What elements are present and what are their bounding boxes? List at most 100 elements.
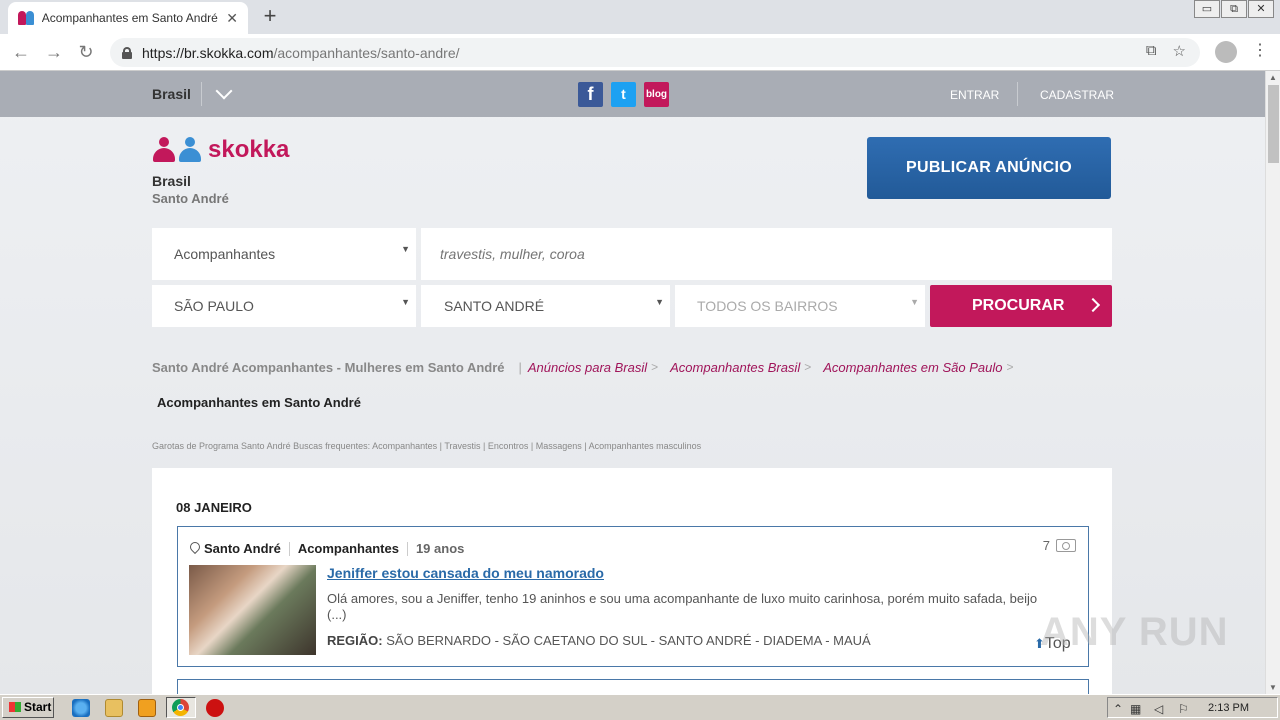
close-tab-icon[interactable]: ✕: [226, 10, 238, 27]
city-select[interactable]: SANTO ANDRÉ ▼: [421, 285, 670, 327]
region-value: SÃO BERNARDO - SÃO CAETANO DO SUL - SANT…: [386, 633, 871, 648]
location-pin-icon: [190, 542, 200, 556]
photo-count-value: 7: [1042, 538, 1050, 553]
social-links: f t blog: [578, 82, 669, 107]
opera-icon[interactable]: [206, 699, 224, 717]
breadcrumb-link[interactable]: Acompanhantes em São Paulo: [823, 360, 1002, 375]
maximize-button[interactable]: ⧉: [1221, 0, 1247, 18]
listing-thumbnail[interactable]: [189, 565, 316, 655]
publish-ad-button[interactable]: PUBLICAR ANÚNCIO: [867, 137, 1111, 199]
volume-icon[interactable]: ◁: [1154, 702, 1163, 716]
breadcrumb-link[interactable]: Acompanhantes Brasil: [670, 360, 800, 375]
region-label: REGIÃO:: [327, 633, 383, 648]
keyword-search-input[interactable]: [421, 228, 1112, 280]
window-controls: ▭ ⧉ ✕: [1193, 0, 1274, 18]
listing-panel: 08 JANEIRO Santo André Acompanhantes 19 …: [152, 468, 1112, 694]
register-link[interactable]: CADASTRAR: [1040, 88, 1114, 102]
city-select-value: SANTO ANDRÉ: [444, 298, 545, 314]
dropdown-arrow-icon: ▼: [401, 296, 410, 307]
url-path: /acompanhantes/santo-andre/: [273, 44, 460, 61]
start-label: Start: [24, 700, 52, 714]
listing-card[interactable]: [177, 679, 1089, 694]
address-bar[interactable]: https://br.skokka.com/acompanhantes/sant…: [110, 38, 1200, 67]
tab-title: Acompanhantes em Santo André e g: [41, 11, 219, 25]
back-button[interactable]: ←: [9, 40, 33, 64]
breadcrumb-current: Acompanhantes em Santo André: [157, 395, 361, 410]
lock-icon: [122, 46, 132, 59]
chevron-up-icon[interactable]: ⌃: [1113, 702, 1123, 716]
category-select[interactable]: Acompanhantes ▼: [152, 228, 416, 280]
scroll-up-icon[interactable]: ▲: [1269, 73, 1277, 82]
twitter-icon[interactable]: t: [611, 82, 636, 107]
breadcrumb: Santo André Acompanhantes - Mulheres em …: [152, 360, 1013, 375]
chrome-taskbar-button[interactable]: [166, 697, 196, 718]
translate-icon[interactable]: ⧉: [1146, 42, 1157, 60]
page-scrollbar[interactable]: ▲ ▼: [1265, 71, 1280, 694]
reload-button[interactable]: ↻: [74, 40, 98, 64]
category-select-value: Acompanhantes: [174, 246, 276, 262]
media-player-icon[interactable]: [138, 699, 156, 717]
location-country: Brasil: [152, 173, 191, 189]
district-select-value: TODOS OS BAIRROS: [697, 298, 838, 314]
state-select-value: SÃO PAULO: [174, 298, 254, 314]
state-select[interactable]: SÃO PAULO ▼: [152, 285, 416, 327]
forward-button[interactable]: →: [42, 40, 66, 64]
browser-toolbar: ← → ↻ https://br.skokka.com/acompanhante…: [0, 34, 1280, 71]
url-text: https://br.skokka.com/acompanhantes/sant…: [142, 45, 460, 61]
listing-category: Acompanhantes: [297, 541, 399, 556]
chevron-right-icon: >: [651, 360, 659, 374]
frequent-searches[interactable]: Garotas de Programa Santo André Buscas f…: [152, 441, 701, 451]
chevron-right-icon: >: [804, 360, 812, 374]
divider: [288, 541, 290, 556]
window-close-button[interactable]: ✕: [1248, 0, 1274, 18]
district-select[interactable]: TODOS OS BAIRROS ▼: [675, 285, 925, 327]
logo-figure-blue-icon: [178, 137, 202, 163]
flag-icon[interactable]: ⚐: [1178, 702, 1189, 716]
listing-card[interactable]: Santo André Acompanhantes 19 anos 7 Jeni…: [177, 526, 1089, 667]
divider: [1017, 82, 1018, 106]
site-favicon-icon: [18, 11, 34, 25]
divider: [406, 541, 408, 556]
url-host: https://br.skokka.com: [142, 44, 274, 61]
scroll-down-icon[interactable]: ▼: [1269, 683, 1277, 692]
breadcrumb-link[interactable]: Anúncios para Brasil: [528, 360, 647, 375]
profile-avatar[interactable]: [1215, 41, 1237, 63]
site-topbar: Brasil f t blog ENTRAR CADASTRAR: [0, 71, 1265, 117]
windows-taskbar: Start ⌃ ▦ ◁ ⚐ 2:13 PM: [0, 694, 1280, 720]
dropdown-arrow-icon: ▼: [655, 296, 664, 307]
dropdown-arrow-icon: ▼: [401, 243, 410, 254]
chevron-down-icon[interactable]: [215, 82, 233, 100]
chrome-icon: [172, 699, 189, 716]
listing-city: Santo André: [204, 541, 281, 556]
start-button[interactable]: Start: [2, 697, 54, 718]
breadcrumb-separator: |: [518, 360, 522, 375]
listing-title-link[interactable]: Jeniffer estou cansada do meu namorado: [327, 565, 604, 581]
system-tray: ⌃ ▦ ◁ ⚐ 2:13 PM: [1107, 697, 1278, 718]
listing-description: Olá amores, sou a Jeniffer, tenho 19 ani…: [327, 591, 1038, 622]
country-selector[interactable]: Brasil: [152, 86, 191, 102]
internet-explorer-icon[interactable]: [72, 699, 90, 717]
windows-logo-icon: [9, 702, 21, 712]
site-logo[interactable]: skokka: [152, 137, 289, 163]
login-link[interactable]: ENTRAR: [950, 88, 999, 102]
blog-icon[interactable]: blog: [644, 82, 669, 107]
bookmark-star-icon[interactable]: ☆: [1173, 42, 1186, 60]
browser-menu-icon[interactable]: ⋮: [1252, 40, 1268, 60]
minimize-button[interactable]: ▭: [1194, 0, 1220, 18]
network-icon[interactable]: ▦: [1130, 702, 1141, 716]
new-tab-button[interactable]: +: [258, 4, 282, 28]
camera-icon: [1056, 539, 1076, 552]
photo-count: 7: [1043, 538, 1076, 553]
logo-text: skokka: [208, 136, 290, 163]
divider: [201, 82, 202, 106]
browser-tab[interactable]: Acompanhantes em Santo André e g ✕: [8, 2, 248, 34]
browser-tabstrip: Acompanhantes em Santo André e g ✕ + ▭ ⧉…: [0, 0, 1280, 34]
scrollbar-thumb[interactable]: [1268, 85, 1279, 163]
location-city: Santo André: [152, 191, 229, 206]
page-viewport: Brasil f t blog ENTRAR CADASTRAR skokka …: [0, 71, 1265, 694]
folder-icon[interactable]: [105, 699, 123, 717]
search-button[interactable]: PROCURAR: [930, 285, 1112, 327]
chevron-right-icon: >: [1006, 360, 1014, 374]
facebook-icon[interactable]: f: [578, 82, 603, 107]
listing-age: 19 anos: [415, 541, 465, 556]
